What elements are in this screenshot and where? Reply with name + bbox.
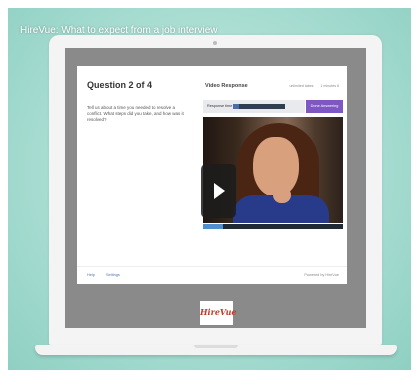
laptop-notch bbox=[194, 345, 238, 348]
help-link[interactable]: Help bbox=[87, 273, 95, 277]
minutes-info: 1 minutes 8 bbox=[320, 84, 339, 88]
attempts-info: unlimited takes bbox=[289, 84, 314, 88]
question-title: Question 2 of 4 bbox=[87, 80, 153, 90]
powered-by-text: Powered by HireVue bbox=[304, 273, 339, 277]
response-time-bar: Response time 0:12 bbox=[203, 100, 305, 113]
candidate-hand bbox=[273, 187, 291, 203]
done-answering-button[interactable]: Done Answering bbox=[306, 100, 343, 113]
camera-dot bbox=[213, 41, 217, 45]
video-scrubber-fill bbox=[203, 224, 223, 229]
laptop-base bbox=[35, 345, 397, 355]
response-time-fill bbox=[233, 104, 240, 109]
hirevue-logo: HireVue bbox=[200, 301, 237, 325]
video-scrubber[interactable] bbox=[203, 224, 343, 229]
play-icon bbox=[214, 183, 225, 199]
response-meta: unlimited takes 1 minutes 8 bbox=[283, 84, 339, 88]
app-footer: Help Settings Powered by HireVue bbox=[77, 266, 347, 285]
video-player[interactable]: HireVue: What to expect from a job inter… bbox=[8, 8, 411, 370]
hirevue-logo-text: HireVue bbox=[200, 307, 237, 317]
play-button[interactable] bbox=[201, 164, 236, 218]
question-text: Tell us about a time you needed to resol… bbox=[87, 105, 184, 122]
settings-link[interactable]: Settings bbox=[106, 273, 120, 277]
video-response-title: Video Response bbox=[205, 83, 248, 89]
response-time-track bbox=[233, 104, 285, 109]
